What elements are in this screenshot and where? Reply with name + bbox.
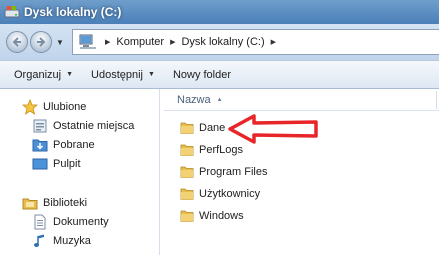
folder-icon xyxy=(180,144,194,156)
nav-favorites-label: Ulubione xyxy=(43,101,87,113)
folder-item-perflogs[interactable]: PerfLogs xyxy=(180,143,243,157)
music-icon xyxy=(32,233,48,249)
libraries-icon xyxy=(22,195,38,211)
downloads-folder-icon xyxy=(32,137,48,153)
computer-icon xyxy=(79,34,96,49)
nav-desktop[interactable]: Pulpit xyxy=(32,156,81,172)
chevron-down-icon: ▼ xyxy=(148,71,155,78)
window-title: Dysk lokalny (C:) xyxy=(24,5,122,19)
nav-recent-places[interactable]: Ostatnie miejsca xyxy=(32,118,134,134)
breadcrumb-computer[interactable]: Komputer xyxy=(116,36,164,48)
folder-item-program-files[interactable]: Program Files xyxy=(180,165,267,179)
folder-name: PerfLogs xyxy=(199,144,244,156)
folder-name: Użytkownicy xyxy=(199,188,261,200)
document-icon xyxy=(32,214,48,230)
folder-item-uzytkownicy[interactable]: Użytkownicy xyxy=(180,187,260,201)
nav-music-label: Muzyka xyxy=(53,235,91,247)
folder-icon xyxy=(180,210,194,222)
share-label: Udostępnij xyxy=(91,68,143,81)
column-header-name-label: Nazwa xyxy=(177,93,211,106)
breadcrumb-separator-icon[interactable]: ▶ xyxy=(170,38,175,46)
nav-desktop-label: Pulpit xyxy=(53,158,81,170)
column-divider[interactable] xyxy=(436,91,437,109)
annotation-arrow-icon xyxy=(228,114,318,144)
title-bar[interactable]: Dysk lokalny (C:) xyxy=(0,0,439,24)
drive-icon xyxy=(4,6,20,18)
back-button[interactable] xyxy=(6,31,28,53)
breadcrumb-separator-icon[interactable]: ▶ xyxy=(105,38,110,46)
folder-item-windows[interactable]: Windows xyxy=(180,209,244,223)
nav-documents-label: Dokumenty xyxy=(53,216,109,228)
folder-name: Dane xyxy=(199,122,226,134)
folder-icon xyxy=(180,122,194,134)
nav-documents[interactable]: Dokumenty xyxy=(32,214,109,230)
share-button[interactable]: Udostępnij ▼ xyxy=(91,69,155,81)
folder-icon xyxy=(180,166,194,178)
breadcrumb-local-disk[interactable]: Dysk lokalny (C:) xyxy=(181,36,264,48)
folder-name: Program Files xyxy=(199,166,268,178)
forward-button[interactable] xyxy=(30,31,52,53)
organize-label: Organizuj xyxy=(14,68,62,81)
address-bar-region: ▼ ▶ Komputer ▶ Dysk lokalny (C:) ▶ xyxy=(0,24,439,60)
command-bar: Organizuj ▼ Udostępnij ▼ Nowy folder xyxy=(0,60,439,89)
new-folder-label: Nowy folder xyxy=(172,68,232,81)
folder-name: Windows xyxy=(199,210,244,222)
organize-button[interactable]: Organizuj ▼ xyxy=(14,69,73,81)
recent-places-icon xyxy=(32,118,48,134)
nav-music[interactable]: Muzyka xyxy=(32,233,91,249)
star-icon xyxy=(22,99,38,115)
nav-libraries-label: Biblioteki xyxy=(43,197,88,209)
nav-libraries[interactable]: Biblioteki xyxy=(22,195,87,211)
nav-downloads[interactable]: Pobrane xyxy=(32,137,95,153)
recent-pages-dropdown[interactable]: ▼ xyxy=(56,38,66,47)
chevron-down-icon: ▼ xyxy=(66,71,74,78)
arrow-left-icon xyxy=(12,37,21,47)
column-header-row: Nazwa ▲ xyxy=(164,89,439,111)
arrow-right-icon xyxy=(37,37,46,47)
nav-recent-places-label: Ostatnie miejsca xyxy=(53,120,135,132)
breadcrumb-separator-icon[interactable]: ▶ xyxy=(271,38,276,46)
column-header-name[interactable]: Nazwa ▲ xyxy=(164,94,223,106)
nav-favorites[interactable]: Ulubione xyxy=(22,99,86,115)
folder-item-dane[interactable]: Dane xyxy=(180,121,225,135)
new-folder-button[interactable]: Nowy folder xyxy=(173,69,231,81)
desktop-icon xyxy=(32,156,48,172)
address-box[interactable]: ▶ Komputer ▶ Dysk lokalny (C:) ▶ xyxy=(72,29,439,55)
folder-icon xyxy=(180,188,194,200)
sort-ascending-icon: ▲ xyxy=(216,96,223,103)
nav-downloads-label: Pobrane xyxy=(53,139,95,151)
navigation-pane: Ulubione Ostatnie miejsca Pobrane Pulpit… xyxy=(0,89,160,255)
